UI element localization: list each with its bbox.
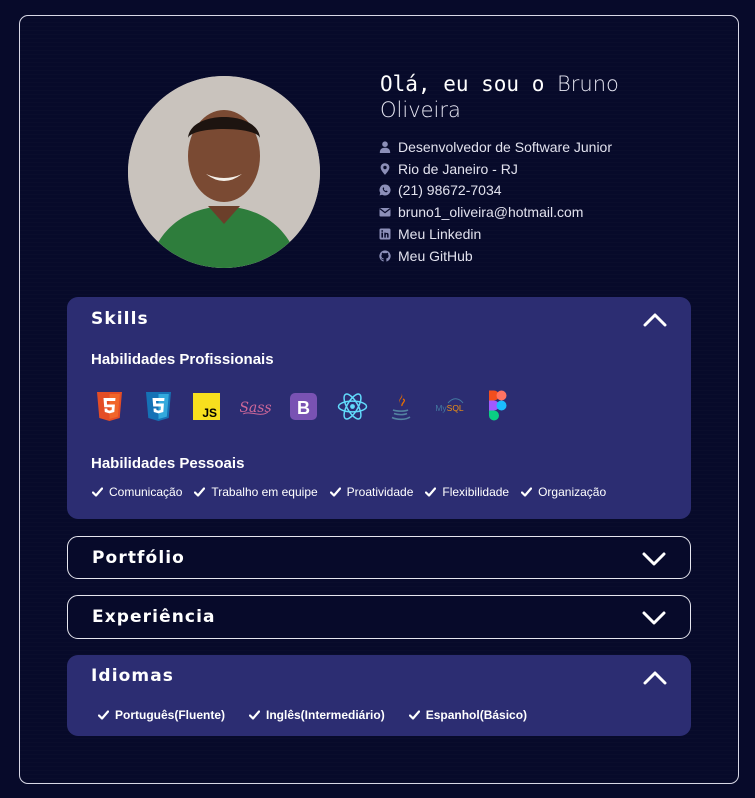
skill-chip-label: Organização — [538, 485, 607, 499]
profile-photo — [128, 76, 320, 268]
javascript-icon: JS — [191, 390, 222, 423]
info-location: Rio de Janeiro - RJ — [379, 158, 612, 180]
github-icon — [379, 250, 391, 262]
check-icon — [249, 710, 260, 720]
info-linkedin[interactable]: Meu Linkedin — [379, 223, 612, 245]
personal-skills-list: Comunicação Trabalho em equipe Proativid… — [92, 485, 618, 499]
experience-panel[interactable]: Experiência — [67, 595, 691, 639]
whatsapp-icon — [379, 184, 391, 196]
svg-text:JS: JS — [202, 406, 217, 420]
check-icon — [425, 487, 437, 497]
greeting-heading: Olá, eu sou o Bruno Oliveira — [380, 71, 640, 123]
chevron-down-icon[interactable] — [642, 551, 666, 566]
portfolio-title[interactable]: Portfólio — [92, 548, 185, 568]
chevron-up-icon[interactable] — [643, 670, 667, 685]
check-icon — [194, 487, 206, 497]
info-role-text: Desenvolvedor de Software Junior — [398, 138, 613, 155]
greeting-prefix: Olá, eu sou o — [380, 72, 558, 96]
info-email-text[interactable]: bruno1_oliveira@hotmail.com — [398, 204, 583, 220]
bootstrap-icon: B — [288, 390, 319, 423]
check-icon — [521, 487, 533, 497]
professional-skills-heading: Habilidades Profissionais — [91, 351, 274, 368]
tech-icons-row: JS Sass B MySQL — [94, 390, 531, 423]
skill-chip-label: Comunicação — [109, 485, 183, 499]
skill-chip: Organização — [521, 485, 606, 499]
personal-skills-heading: Habilidades Pessoais — [91, 455, 245, 472]
check-icon — [92, 487, 103, 497]
mysql-icon: MySQL — [434, 390, 465, 423]
info-github[interactable]: Meu GitHub — [379, 245, 612, 267]
chevron-up-icon[interactable] — [643, 312, 667, 327]
language-chip: Espanhol(Básico) — [408, 708, 528, 722]
java-icon — [385, 390, 416, 423]
language-chip-label: Espanhol(Básico) — [425, 708, 528, 722]
language-chip-label: Português(Fluente) — [115, 708, 225, 722]
react-icon — [337, 390, 368, 423]
skills-title[interactable]: Skills — [91, 309, 149, 329]
info-phone-text: (21) 98672-7034 — [398, 182, 502, 199]
skills-panel: Skills Habilidades Profissionais JS Sass… — [67, 297, 691, 519]
language-chip: Inglês(Intermediário) — [249, 708, 385, 722]
languages-panel: Idiomas Português(Fluente) Inglês(Interm… — [67, 655, 691, 736]
skill-chip-label: Proatividade — [346, 485, 414, 499]
figma-icon — [482, 390, 513, 423]
languages-list: Português(Fluente) Inglês(Intermediário)… — [98, 708, 551, 722]
chevron-down-icon[interactable] — [642, 610, 666, 625]
check-icon — [98, 710, 109, 720]
linkedin-link[interactable]: Meu Linkedin — [398, 226, 481, 242]
profile-photo-image — [128, 76, 320, 268]
check-icon — [408, 710, 420, 720]
skill-chip: Proatividade — [329, 485, 414, 499]
portfolio-panel[interactable]: Portfólio — [67, 536, 691, 579]
info-role: Desenvolvedor de Software Junior — [379, 136, 612, 158]
experience-title[interactable]: Experiência — [92, 607, 216, 627]
languages-title[interactable]: Idiomas — [91, 666, 174, 686]
language-chip: Português(Fluente) — [98, 708, 225, 722]
html5-icon — [94, 390, 125, 423]
contact-info-list: Desenvolvedor de Software Junior Rio de … — [379, 136, 612, 267]
skill-chip-label: Trabalho em equipe — [211, 485, 318, 499]
skill-chip: Trabalho em equipe — [194, 485, 318, 499]
info-location-text: Rio de Janeiro - RJ — [398, 160, 518, 177]
skill-chip: Comunicação — [92, 485, 182, 499]
info-phone: (21) 98672-7034 — [379, 180, 612, 202]
sass-icon: Sass — [240, 390, 271, 423]
skill-chip-label: Flexibilidade — [442, 485, 510, 499]
info-email[interactable]: bruno1_oliveira@hotmail.com — [379, 201, 612, 223]
check-icon — [329, 487, 341, 497]
linkedin-icon — [379, 228, 391, 240]
svg-text:MySQL: MySQL — [435, 403, 464, 413]
skill-chip: Flexibilidade — [425, 485, 509, 499]
github-link[interactable]: Meu GitHub — [398, 248, 473, 264]
css3-icon — [143, 390, 174, 423]
language-chip-label: Inglês(Intermediário) — [266, 708, 385, 722]
user-icon — [379, 141, 391, 153]
location-pin-icon — [379, 162, 391, 175]
svg-text:B: B — [297, 398, 310, 418]
envelope-icon — [379, 206, 391, 218]
